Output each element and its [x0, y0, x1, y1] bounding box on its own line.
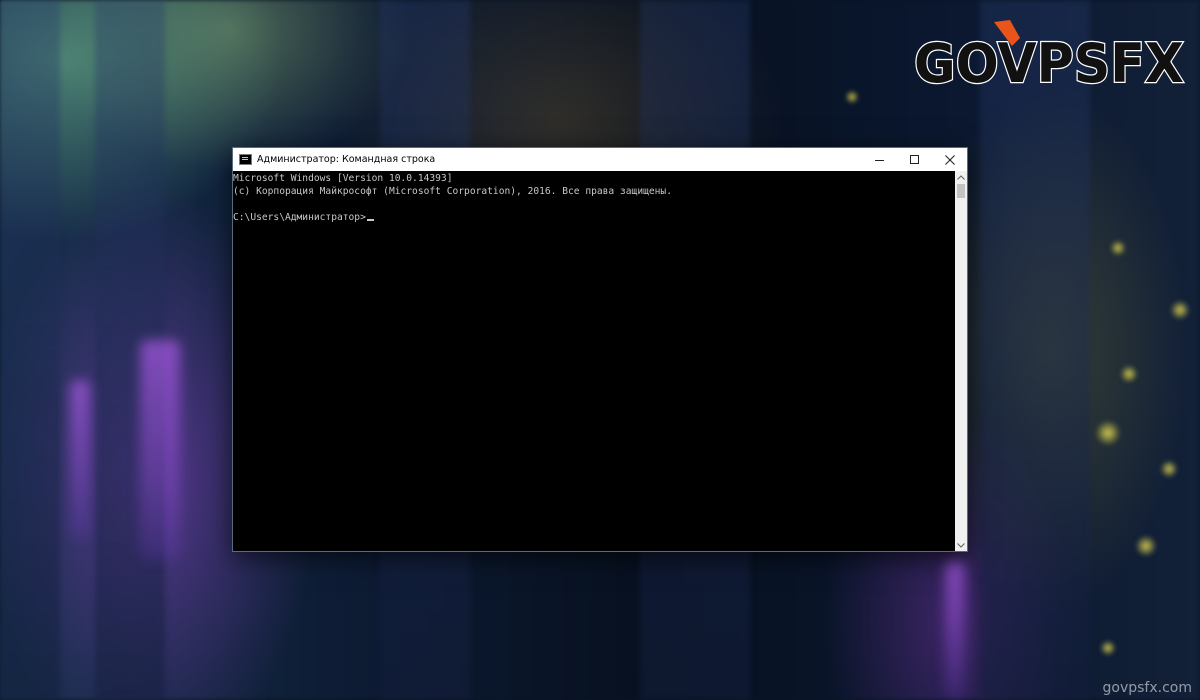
- window-controls: [862, 148, 967, 171]
- led-glow: [1095, 420, 1121, 446]
- text-cursor: [366, 219, 374, 221]
- purple-light: [140, 340, 180, 560]
- cmd-app-icon: [239, 154, 252, 165]
- purple-light: [945, 560, 965, 700]
- scroll-up-button[interactable]: [955, 171, 967, 183]
- led-glow: [845, 90, 859, 104]
- server-rack: [0, 0, 60, 700]
- window-title: Администратор: Командная строка: [257, 154, 436, 165]
- chevron-up-icon: [957, 174, 965, 180]
- logo-text: GOVPSFX: [914, 32, 1184, 92]
- govpsfx-logo: GOVPSFX: [913, 16, 1186, 96]
- scroll-down-button[interactable]: [955, 539, 967, 551]
- cmd-window[interactable]: Администратор: Командная строка Microsof…: [232, 147, 968, 552]
- led-glow: [1170, 300, 1190, 320]
- minimize-icon: [875, 160, 884, 161]
- console-line: Microsoft Windows [Version 10.0.14393]: [233, 173, 453, 184]
- led-glow: [1160, 460, 1178, 478]
- watermark-text: govpsfx.com: [1102, 680, 1192, 696]
- prompt-text: C:\Users\Администратор>: [233, 212, 366, 223]
- prompt-line[interactable]: C:\Users\Администратор>: [233, 211, 955, 224]
- logo-graphic: GOVPSFX: [913, 20, 1185, 96]
- server-rack: [980, 0, 1090, 700]
- led-glow: [1120, 365, 1138, 383]
- led-glow: [1135, 535, 1157, 557]
- chevron-down-icon: [957, 542, 965, 548]
- title-bar[interactable]: Администратор: Командная строка: [233, 148, 967, 171]
- close-button[interactable]: [932, 148, 967, 171]
- console-line: (c) Корпорация Майкрософт (Microsoft Cor…: [233, 186, 672, 197]
- console-output[interactable]: Microsoft Windows [Version 10.0.14393] (c…: [233, 171, 955, 551]
- maximize-button[interactable]: [897, 148, 932, 171]
- maximize-icon: [910, 155, 919, 164]
- minimize-button[interactable]: [862, 148, 897, 171]
- purple-light: [70, 380, 90, 540]
- close-icon: [944, 154, 955, 165]
- scroll-thumb[interactable]: [957, 184, 965, 198]
- vertical-scrollbar[interactable]: [955, 171, 967, 551]
- led-glow: [1100, 640, 1116, 656]
- led-glow: [1110, 240, 1126, 256]
